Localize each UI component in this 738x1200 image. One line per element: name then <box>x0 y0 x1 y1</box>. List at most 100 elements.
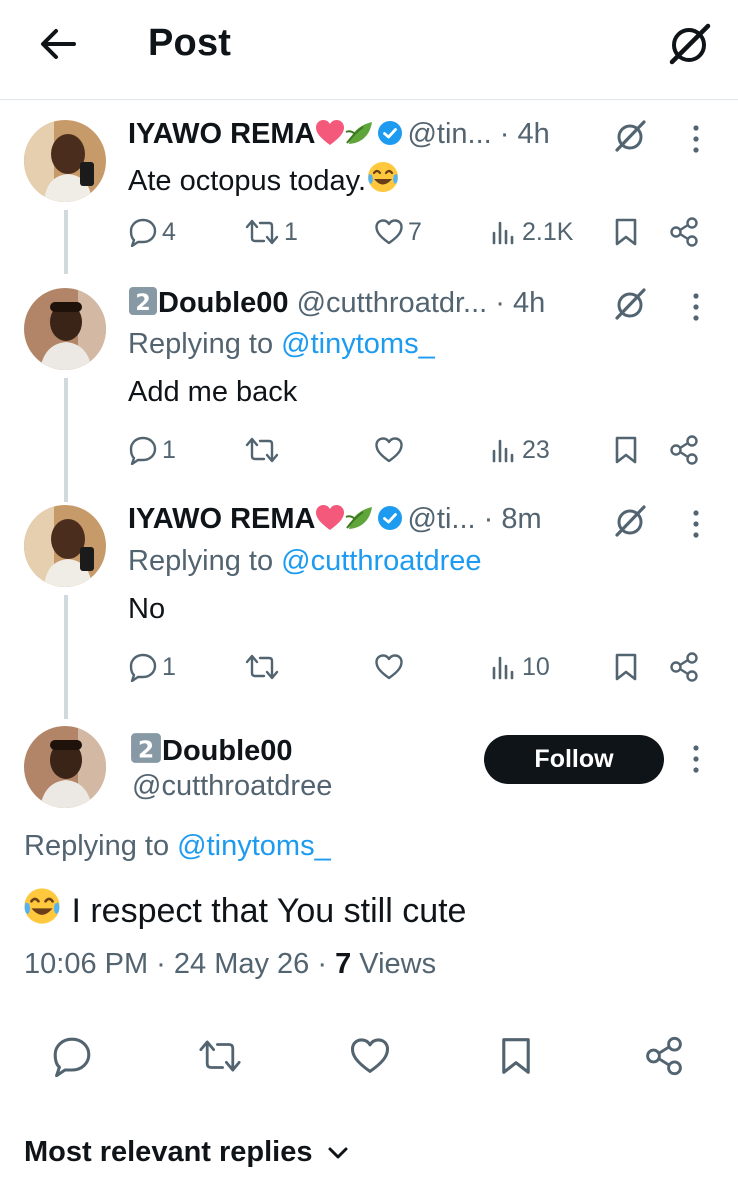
bookmark-icon <box>502 1038 530 1074</box>
repost-count: 1 <box>284 217 298 246</box>
svg-text:2: 2 <box>138 736 154 764</box>
share-icon <box>646 1036 682 1076</box>
views-count[interactable]: 7 <box>335 948 351 980</box>
like-button[interactable] <box>374 647 408 687</box>
repost-button[interactable]: 1 <box>244 212 298 252</box>
reply-button[interactable]: 1 <box>128 647 176 687</box>
author-handle[interactable]: @cutthroatdree <box>132 770 332 803</box>
tweet-actions: 4 1 7 2.1K <box>128 212 708 252</box>
author-name[interactable]: IYAWO REMA <box>128 503 315 535</box>
bookmark-button[interactable] <box>492 1032 540 1080</box>
bookmark-icon <box>615 218 637 246</box>
tweet-time[interactable]: · 8m <box>484 503 542 535</box>
repost-icon <box>245 654 279 680</box>
grok-icon[interactable] <box>612 118 648 154</box>
avatar[interactable] <box>24 505 106 587</box>
tweet-time[interactable]: · 4h <box>495 287 545 319</box>
heart-emoji-icon <box>315 504 345 540</box>
reply-icon <box>129 653 157 682</box>
author-name[interactable]: IYAWO REMA <box>128 118 315 150</box>
bookmark-button[interactable] <box>612 212 640 252</box>
share-button[interactable] <box>640 1032 688 1080</box>
reply-count: 4 <box>162 217 176 246</box>
mention-link[interactable]: @cutthroatdree <box>281 545 481 577</box>
like-button[interactable]: 7 <box>374 212 422 252</box>
thread-tweet-3[interactable]: IYAWO REMA @ti... · 8m Replying to @cutth… <box>0 503 738 719</box>
reply-count: 1 <box>162 652 176 681</box>
views-button[interactable]: 23 <box>490 430 550 470</box>
views-button[interactable]: 2.1K <box>490 212 573 252</box>
more-vertical-icon[interactable] <box>684 122 708 156</box>
like-icon <box>375 654 403 680</box>
reply-icon <box>129 436 157 465</box>
views-button[interactable]: 10 <box>490 647 550 687</box>
tweet-time[interactable]: · 4h <box>500 118 550 150</box>
repost-button[interactable] <box>196 1032 244 1080</box>
repost-icon <box>245 437 279 463</box>
author-handle[interactable]: @tin... <box>407 118 491 150</box>
reply-icon <box>53 1037 91 1077</box>
follow-button[interactable]: Follow <box>484 735 664 784</box>
keycap-two-icon: 2 <box>128 286 158 324</box>
author-name[interactable]: Double00 <box>158 287 289 319</box>
replying-to: Replying to @cutthroatdree <box>128 545 482 577</box>
keycap-two-icon: 2 <box>130 732 162 772</box>
grok-icon[interactable] <box>612 503 648 539</box>
reply-icon <box>129 218 157 247</box>
replying-to: Replying to @tinytoms_ <box>24 830 331 862</box>
avatar[interactable] <box>24 288 106 370</box>
verified-badge-icon <box>377 120 403 154</box>
reply-button[interactable]: 1 <box>128 430 176 470</box>
mention-link[interactable]: @tinytoms_ <box>177 830 331 862</box>
grok-icon[interactable] <box>612 286 648 322</box>
bookmark-button[interactable] <box>612 647 640 687</box>
thread-line <box>64 210 68 274</box>
more-vertical-icon[interactable] <box>684 507 708 541</box>
like-icon <box>375 219 403 245</box>
repost-icon <box>199 1040 241 1072</box>
verified-badge-icon <box>377 505 403 539</box>
reply-button[interactable] <box>48 1032 96 1080</box>
view-count: 10 <box>522 652 550 681</box>
author-handle[interactable]: @cutthroatdr... <box>297 287 488 319</box>
share-icon <box>670 652 698 682</box>
author-name[interactable]: 2 Double00 <box>130 732 293 772</box>
leaf-emoji-icon <box>345 119 375 155</box>
thread-tweet-1[interactable]: IYAWO REMA @tin... · 4h Ate octopus today… <box>0 118 738 274</box>
thread-line <box>64 378 68 502</box>
bookmark-button[interactable] <box>612 430 640 470</box>
joy-emoji-icon <box>366 160 400 202</box>
main-tweet-actions <box>0 1032 738 1082</box>
tweet-header: 2 Double00 @cutthroatdr... · 4h <box>128 286 545 326</box>
bookmark-icon <box>615 436 637 464</box>
thread-tweet-2[interactable]: 2 Double00 @cutthroatdr... · 4h Replying … <box>0 268 738 502</box>
repost-button[interactable] <box>244 647 284 687</box>
tweet-timestamp[interactable]: 10:06 PM · 24 May 26 · <box>24 948 335 980</box>
grok-icon[interactable] <box>664 20 714 68</box>
avatar[interactable] <box>24 120 106 202</box>
leaf-emoji-icon <box>345 504 375 540</box>
bookmark-icon <box>615 653 637 681</box>
view-count: 2.1K <box>522 217 574 246</box>
tweet-text: Ate octopus today. <box>128 160 400 202</box>
more-vertical-icon[interactable] <box>684 742 708 776</box>
like-button[interactable] <box>374 430 408 470</box>
like-count: 7 <box>408 217 422 246</box>
thread-line <box>64 595 68 719</box>
view-count: 23 <box>522 435 550 464</box>
tweet-text: Add me back <box>128 376 298 408</box>
share-icon <box>670 435 698 465</box>
share-button[interactable] <box>668 430 700 470</box>
top-bar: Post <box>0 0 738 100</box>
reply-sort-selector[interactable]: Most relevant replies <box>24 1136 349 1169</box>
reply-button[interactable]: 4 <box>128 212 176 252</box>
back-arrow-icon[interactable] <box>36 24 80 64</box>
mention-link[interactable]: @tinytoms_ <box>281 328 435 360</box>
share-button[interactable] <box>668 647 700 687</box>
author-handle[interactable]: @ti... <box>407 503 475 535</box>
repost-button[interactable] <box>244 430 284 470</box>
like-button[interactable] <box>346 1032 394 1080</box>
more-vertical-icon[interactable] <box>684 290 708 324</box>
avatar[interactable] <box>24 726 106 808</box>
share-button[interactable] <box>668 212 700 252</box>
